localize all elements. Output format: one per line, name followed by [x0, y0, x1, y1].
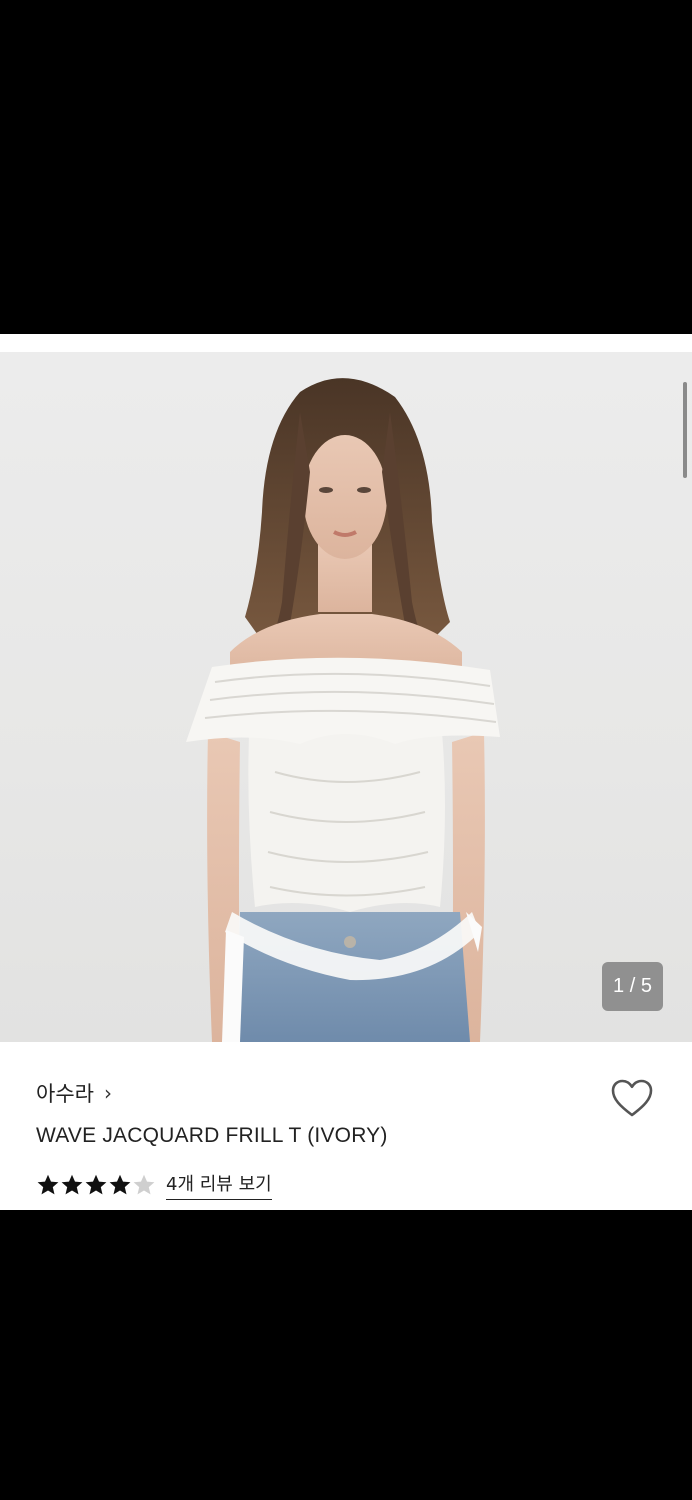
- review-link[interactable]: 4개 리뷰 보기: [166, 1170, 272, 1200]
- star-filled-icon: [61, 1174, 83, 1195]
- rating-row: 4개 리뷰 보기: [36, 1170, 272, 1200]
- product-photo: [186, 378, 500, 1042]
- chevron-right-icon: ›: [103, 1081, 112, 1105]
- top-black-bar: [0, 0, 692, 334]
- product-sheet: 1 / 5 아수라 › WAVE JACQUARD FRILL T (IVORY…: [0, 334, 692, 1210]
- bottom-black-bar: [0, 1210, 692, 1500]
- brand-name: 아수라: [36, 1082, 94, 1106]
- image-page-counter: 1 / 5: [602, 962, 663, 1011]
- star-empty-icon: [133, 1174, 155, 1195]
- scroll-indicator[interactable]: [683, 382, 687, 478]
- star-rating: [36, 1173, 156, 1197]
- brand-link[interactable]: 아수라 ›: [36, 1078, 112, 1108]
- star-filled-icon: [109, 1174, 131, 1195]
- star-filled-icon: [85, 1174, 107, 1195]
- product-image-gallery[interactable]: 1 / 5: [0, 352, 692, 1042]
- heart-icon[interactable]: [610, 1078, 654, 1118]
- product-info: 아수라 › WAVE JACQUARD FRILL T (IVORY) 4개 리…: [0, 1042, 692, 1210]
- star-filled-icon: [37, 1174, 59, 1195]
- product-title: WAVE JACQUARD FRILL T (IVORY): [36, 1124, 388, 1147]
